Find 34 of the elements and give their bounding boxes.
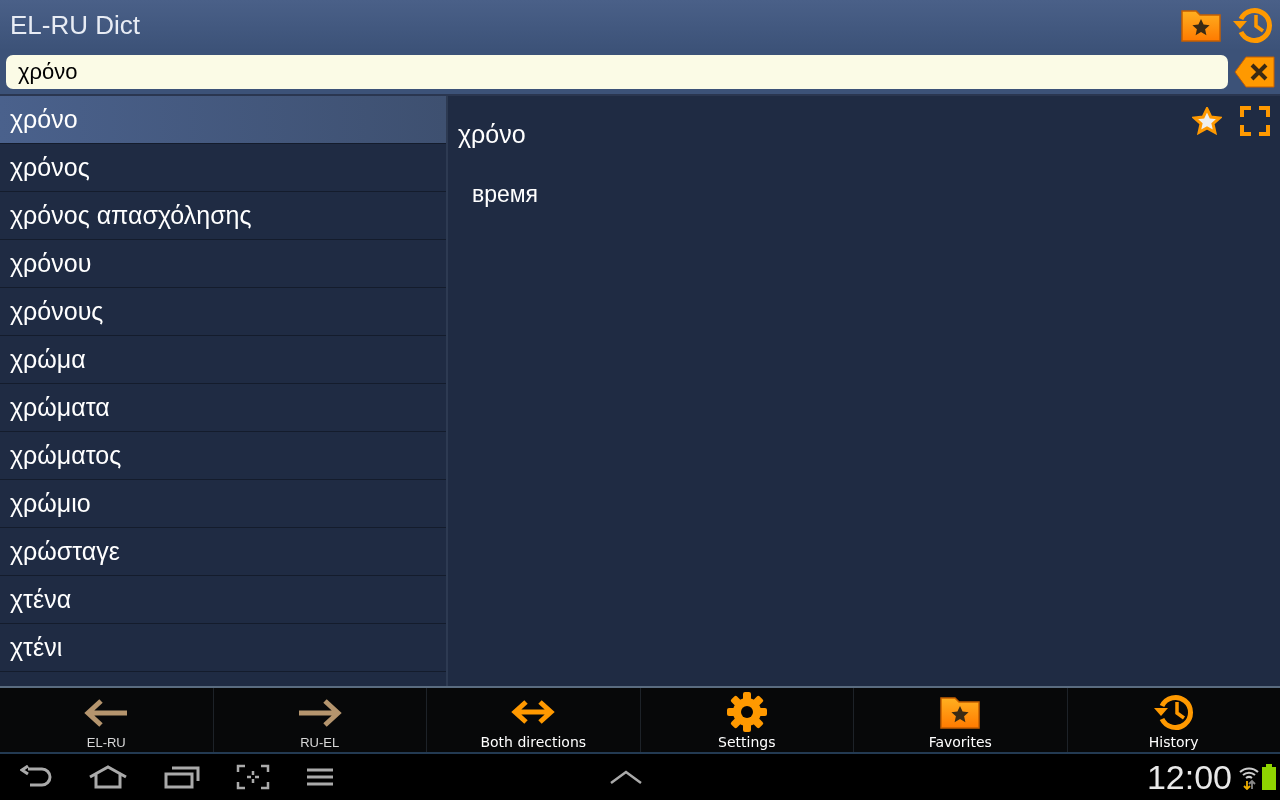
clock: 12:00: [1146, 757, 1232, 797]
fullscreen-icon: [1240, 106, 1270, 136]
back-icon: [20, 765, 52, 789]
fullscreen-button[interactable]: [1240, 106, 1270, 136]
battery-icon: [1262, 764, 1276, 790]
right-arrow-icon: [296, 698, 343, 728]
toolbar-button[interactable]: Settings: [640, 688, 854, 752]
toolbar-button[interactable]: Both directions: [427, 688, 641, 752]
caret-icon: [610, 770, 642, 784]
clear-icon: [1234, 56, 1276, 88]
history-icon[interactable]: [1152, 692, 1195, 732]
favorite-star-button[interactable]: [1192, 107, 1222, 135]
recent-apps-icon: [164, 765, 200, 789]
star-icon: [1192, 107, 1222, 135]
toolbar-button[interactable]: Favorites: [854, 688, 1068, 752]
double-arrow-icon: [510, 697, 557, 727]
wifi-icon: [1238, 764, 1260, 790]
clear-button[interactable]: [1234, 56, 1276, 88]
left-arrow-icon: [83, 698, 130, 728]
menu-icon: [306, 767, 334, 787]
search-field[interactable]: χρόνο: [6, 55, 1228, 89]
translation: время: [472, 181, 540, 208]
star-folder-icon: [939, 694, 982, 730]
toolbar-button[interactable]: RU-EL: [213, 688, 427, 752]
star-folder-icon: [1180, 7, 1222, 43]
gear-icon: [724, 690, 769, 734]
headword: χρόνο: [458, 120, 526, 149]
word-list-item[interactable]: χρόνο: [0, 96, 446, 144]
app-title: EL-RU Dict: [10, 9, 141, 41]
history-icon: [1232, 5, 1274, 45]
toolbar-button[interactable]: EL-RU: [0, 688, 214, 752]
home-icon: [88, 765, 128, 789]
screenshot-icon: [236, 764, 270, 790]
toolbar-button[interactable]: History: [1067, 688, 1280, 752]
